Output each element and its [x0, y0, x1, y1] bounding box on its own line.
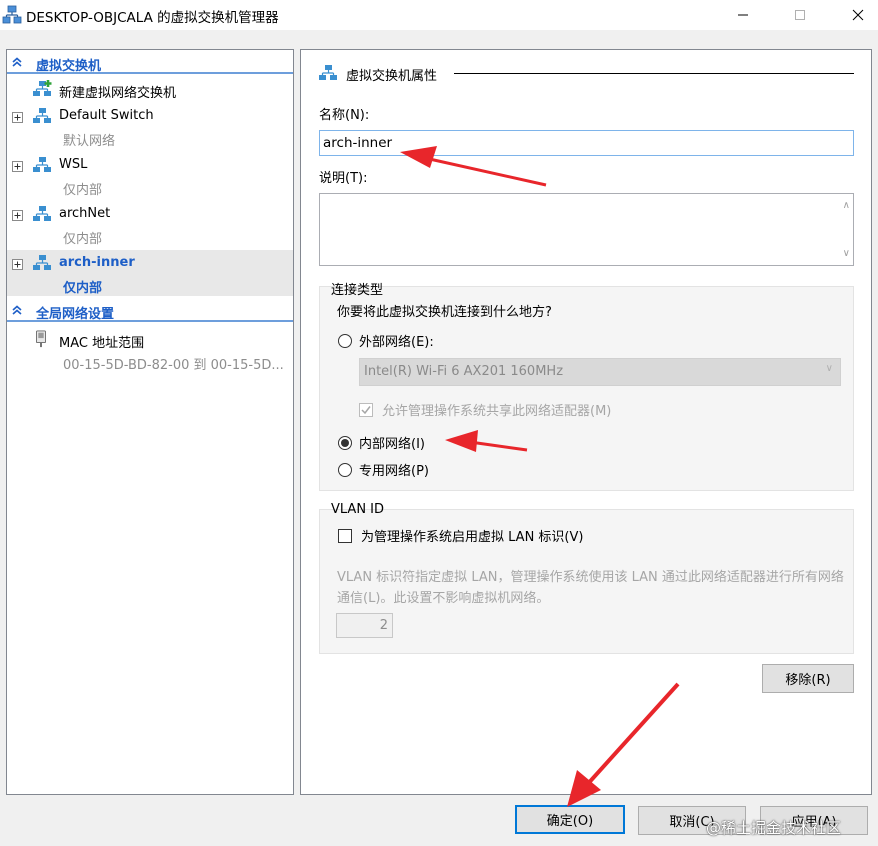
- close-icon: [852, 9, 864, 21]
- close-button[interactable]: [835, 0, 878, 30]
- switch-type: 仅内部: [63, 281, 103, 296]
- title-divider: [454, 73, 854, 74]
- expand-plus-icon[interactable]: [12, 259, 23, 270]
- title-bar: DESKTOP-OBJCALA 的虚拟交换机管理器: [0, 0, 878, 30]
- expand-plus-icon[interactable]: [12, 112, 23, 123]
- checkmark-icon: [361, 405, 371, 414]
- description-label: 说明(T):: [319, 171, 368, 186]
- connection-question: 你要将此虚拟交换机连接到什么地方?: [337, 305, 552, 320]
- connection-type-title: 连接类型: [331, 283, 384, 298]
- radio-button[interactable]: [338, 462, 352, 477]
- minimize-button[interactable]: [720, 0, 766, 30]
- chevron-collapse-icon: [12, 305, 22, 315]
- vlan-title: VLAN ID: [331, 502, 385, 517]
- network-switch-icon: [2, 5, 22, 24]
- private-network-label: 专用网络(P): [359, 464, 429, 479]
- maximize-icon: [795, 10, 805, 20]
- network-switch-icon: [33, 206, 51, 221]
- external-network-label: 外部网络(E):: [359, 335, 434, 350]
- checkbox[interactable]: [359, 402, 373, 417]
- remove-button[interactable]: 移除(R): [762, 664, 854, 693]
- mac-address-range-item[interactable]: MAC 地址范围 00-15-5D-BD-82-00 到 00-15-5D...: [7, 326, 293, 374]
- switch-item-arch-inner[interactable]: arch-inner 仅内部: [7, 250, 293, 296]
- description-textarea[interactable]: ∧ ∨: [319, 193, 854, 266]
- switch-type: 默认网络: [63, 134, 116, 149]
- vlan-id-input[interactable]: 2: [336, 613, 393, 638]
- network-switch-icon: [33, 157, 51, 172]
- radio-button-selected[interactable]: [338, 435, 352, 450]
- properties-title: 虚拟交换机属性: [346, 69, 438, 84]
- ok-button[interactable]: 确定(O): [515, 805, 625, 834]
- radio-button[interactable]: [338, 333, 352, 348]
- section-virtual-switches[interactable]: 虚拟交换机: [7, 52, 293, 74]
- private-network-radio[interactable]: 专用网络(P): [338, 460, 429, 479]
- minimize-icon: [738, 14, 748, 16]
- switch-name: Default Switch: [59, 108, 154, 123]
- chevron-down-icon: ∨: [825, 363, 833, 374]
- network-switch-icon: [33, 255, 51, 270]
- maximize-button[interactable]: [777, 0, 823, 30]
- switch-type: 仅内部: [63, 183, 103, 198]
- switch-item-wsl[interactable]: WSL 仅内部: [7, 151, 293, 199]
- switch-type: 仅内部: [63, 232, 103, 247]
- mac-range-value: 00-15-5D-BD-82-00 到 00-15-5D...: [63, 358, 284, 373]
- mac-label: MAC 地址范围: [59, 336, 145, 351]
- network-adapter-select[interactable]: Intel(R) Wi-Fi 6 AX201 160MHz ∨: [359, 358, 841, 386]
- allow-share-checkbox[interactable]: 允许管理操作系统共享此网络适配器(M): [359, 400, 611, 419]
- checkbox[interactable]: [338, 528, 352, 543]
- section-label: 全局网络设置: [36, 307, 115, 322]
- enable-vlan-label: 为管理操作系统启用虚拟 LAN 标识(V): [361, 530, 584, 545]
- switch-item-default-switch[interactable]: Default Switch 默认网络: [7, 102, 293, 150]
- adapter-value: Intel(R) Wi-Fi 6 AX201 160MHz: [364, 364, 564, 379]
- external-network-radio[interactable]: 外部网络(E):: [338, 331, 434, 350]
- enable-vlan-checkbox[interactable]: 为管理操作系统启用虚拟 LAN 标识(V): [338, 526, 583, 545]
- expand-plus-icon[interactable]: [12, 210, 23, 221]
- switch-tree-pane: 虚拟交换机 新建虚拟网络交换机 Default Switch 默认网络 WSL …: [6, 49, 294, 795]
- scroll-up-icon[interactable]: ∧: [843, 200, 850, 211]
- window-title: DESKTOP-OBJCALA 的虚拟交换机管理器: [26, 10, 279, 26]
- new-switch-item[interactable]: 新建虚拟网络交换机: [7, 76, 293, 101]
- switch-name: arch-inner: [59, 255, 135, 270]
- watermark: @稀土掘金技术社区: [706, 819, 842, 837]
- switch-properties-pane: 虚拟交换机属性 名称(N): 说明(T): ∧ ∨ 连接类型 你要将此虚拟交换机…: [300, 49, 872, 795]
- name-input[interactable]: [319, 130, 854, 156]
- section-label: 虚拟交换机: [36, 59, 102, 74]
- internal-network-radio[interactable]: 内部网络(I): [338, 433, 425, 452]
- internal-network-label: 内部网络(I): [359, 437, 425, 452]
- expand-plus-icon[interactable]: [12, 161, 23, 172]
- new-switch-label: 新建虚拟网络交换机: [59, 86, 177, 101]
- switch-name: WSL: [59, 157, 88, 172]
- switch-name: archNet: [59, 206, 111, 221]
- vlan-description: VLAN 标识符指定虚拟 LAN，管理操作系统使用该 LAN 通过此网络适配器进…: [337, 570, 844, 606]
- mac-address-icon: [36, 330, 46, 348]
- section-global-network-settings[interactable]: 全局网络设置: [7, 300, 293, 322]
- switch-item-archnet[interactable]: archNet 仅内部: [7, 200, 293, 248]
- scroll-down-icon[interactable]: ∨: [843, 248, 850, 259]
- network-switch-icon: [319, 65, 337, 80]
- network-switch-icon: [33, 108, 51, 123]
- add-network-icon: [33, 80, 52, 96]
- chevron-collapse-icon: [12, 57, 22, 67]
- name-label: 名称(N):: [319, 108, 370, 123]
- allow-share-label: 允许管理操作系统共享此网络适配器(M): [382, 404, 612, 419]
